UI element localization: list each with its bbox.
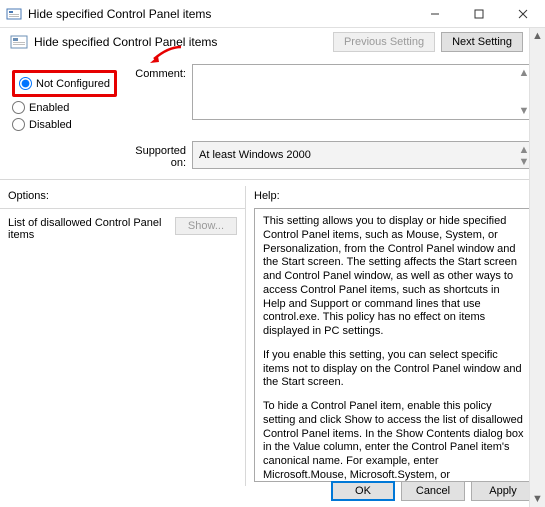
supported-on-label: Supported on: <box>122 141 192 169</box>
show-button[interactable]: Show... <box>175 217 237 235</box>
cancel-button[interactable]: Cancel <box>401 481 465 501</box>
options-label: Options: <box>0 186 245 208</box>
state-radio-group: Not Configured Enabled Disabled <box>12 64 122 133</box>
window-scrollbar[interactable]: ▲ ▼ <box>529 28 545 507</box>
help-pane: Help: This setting allows you to display… <box>246 186 545 486</box>
policy-icon <box>10 33 28 51</box>
radio-enabled-label: Enabled <box>29 102 69 114</box>
help-label: Help: <box>246 186 545 208</box>
radio-not-configured[interactable]: Not Configured <box>19 75 110 92</box>
close-button[interactable] <box>501 0 545 28</box>
dialog-buttons: OK Cancel Apply <box>331 481 535 501</box>
comment-label: Comment: <box>122 64 192 80</box>
scroll-down-icon[interactable]: ▼ <box>532 493 543 505</box>
radio-disabled-label: Disabled <box>29 119 72 131</box>
scroll-up-icon[interactable]: ▲ <box>532 30 543 42</box>
radio-not-configured-input[interactable] <box>19 77 32 90</box>
policy-title: Hide specified Control Panel items <box>34 35 333 49</box>
minimize-button[interactable] <box>413 0 457 28</box>
window-title: Hide specified Control Panel items <box>28 7 413 21</box>
radio-enabled[interactable]: Enabled <box>12 99 122 116</box>
options-list-label: List of disallowed Control Panel items <box>8 217 167 241</box>
previous-setting-button[interactable]: Previous Setting <box>333 32 435 52</box>
radio-enabled-input[interactable] <box>12 101 25 114</box>
help-paragraph: This setting allows you to display or hi… <box>263 215 524 339</box>
supported-on-text: At least Windows 2000 <box>199 149 311 161</box>
comment-textarea[interactable]: ▲▼ <box>192 64 533 120</box>
app-icon <box>6 6 22 22</box>
maximize-button[interactable] <box>457 0 501 28</box>
next-setting-button[interactable]: Next Setting <box>441 32 523 52</box>
help-paragraph: If you enable this setting, you can sele… <box>263 349 524 390</box>
annotation-arrow <box>148 45 182 65</box>
apply-button[interactable]: Apply <box>471 481 535 501</box>
options-pane: Options: List of disallowed Control Pane… <box>0 186 246 486</box>
radio-not-configured-label: Not Configured <box>36 78 110 90</box>
help-paragraph: To hide a Control Panel item, enable thi… <box>263 400 524 482</box>
radio-disabled-input[interactable] <box>12 118 25 131</box>
radio-disabled[interactable]: Disabled <box>12 116 122 133</box>
policy-header: Hide specified Control Panel items Previ… <box>0 28 545 56</box>
titlebar: Hide specified Control Panel items <box>0 0 545 28</box>
ok-button[interactable]: OK <box>331 481 395 501</box>
supported-on-field: At least Windows 2000 ▲▼ <box>192 141 533 169</box>
highlight-box: Not Configured <box>12 70 117 97</box>
lower-panes: Options: List of disallowed Control Pane… <box>0 186 545 486</box>
help-textbox[interactable]: This setting allows you to display or hi… <box>254 208 533 482</box>
